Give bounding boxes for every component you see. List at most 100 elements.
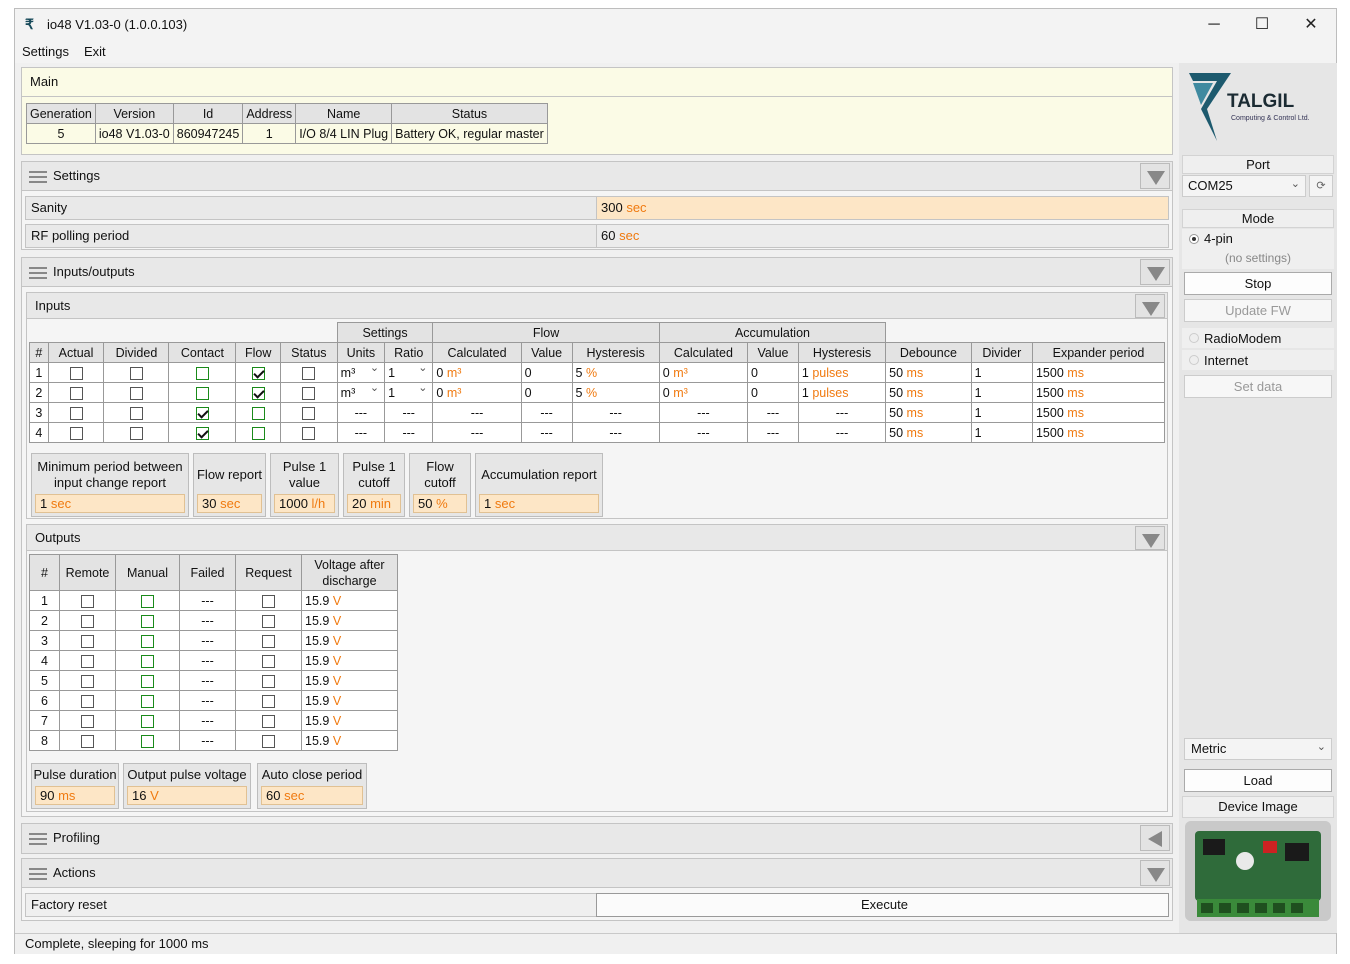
expander-field[interactable]: 1500 ms <box>1031 422 1166 443</box>
divided-checkbox[interactable] <box>129 426 143 440</box>
remote-checkbox[interactable] <box>81 674 94 688</box>
contact-checkbox[interactable] <box>195 426 209 440</box>
set-data-button[interactable]: Set data <box>1184 375 1332 398</box>
request-checkbox[interactable] <box>262 714 275 728</box>
flow-checkbox[interactable] <box>251 366 265 380</box>
flow-checkbox[interactable] <box>251 426 265 440</box>
manual-checkbox[interactable] <box>141 654 154 668</box>
output-setting-field[interactable]: 16 V <box>127 786 247 805</box>
expander-field[interactable]: 1500 ms <box>1031 382 1166 403</box>
flow-value[interactable]: 0 <box>520 382 573 403</box>
remote-checkbox[interactable] <box>81 634 94 648</box>
status-checkbox[interactable] <box>302 366 316 380</box>
manual-checkbox[interactable] <box>141 694 154 708</box>
request-checkbox[interactable] <box>262 594 275 608</box>
contact-checkbox[interactable] <box>195 386 209 400</box>
input-setting-field[interactable]: 1 sec <box>479 494 599 513</box>
update-fw-button[interactable]: Update FW <box>1184 299 1332 322</box>
remote-checkbox[interactable] <box>81 734 94 748</box>
input-setting-field[interactable]: 30 sec <box>197 494 262 513</box>
manual-checkbox[interactable] <box>141 734 154 748</box>
maximize-button[interactable]: ☐ <box>1239 9 1285 41</box>
actual-checkbox[interactable] <box>69 386 83 400</box>
collapse-triangle-icon[interactable] <box>1140 860 1170 886</box>
flow-hysteresis[interactable]: 5 % <box>571 382 660 403</box>
request-checkbox[interactable] <box>262 694 275 708</box>
expand-triangle-icon[interactable] <box>1140 825 1170 851</box>
manual-checkbox[interactable] <box>141 634 154 648</box>
input-setting-field[interactable]: 20 min <box>347 494 401 513</box>
input-setting-field[interactable]: 50 % <box>413 494 467 513</box>
manual-checkbox[interactable] <box>141 594 154 608</box>
actual-checkbox[interactable] <box>69 366 83 380</box>
divided-checkbox[interactable] <box>129 406 143 420</box>
flow-checkbox[interactable] <box>251 386 265 400</box>
divider-field[interactable]: 1 <box>970 402 1033 423</box>
hamburger-icon[interactable] <box>29 833 47 845</box>
expander-field[interactable]: 1500 ms <box>1031 402 1166 423</box>
flow-checkbox[interactable] <box>251 406 265 420</box>
divider-field[interactable]: 1 <box>970 382 1033 403</box>
acc-value[interactable]: 0 <box>747 362 799 383</box>
status-checkbox[interactable] <box>302 386 316 400</box>
manual-checkbox[interactable] <box>141 714 154 728</box>
output-setting-field[interactable]: 90 ms <box>35 786 115 805</box>
remote-checkbox[interactable] <box>81 614 94 628</box>
acc-value[interactable]: 0 <box>747 382 799 403</box>
ratio-select[interactable]: 1 <box>384 382 434 403</box>
actual-checkbox[interactable] <box>69 426 83 440</box>
remote-checkbox[interactable] <box>81 654 94 668</box>
load-button[interactable]: Load <box>1184 769 1332 792</box>
remote-checkbox[interactable] <box>81 694 94 708</box>
manual-checkbox[interactable] <box>141 674 154 688</box>
minimize-button[interactable]: ─ <box>1191 9 1237 41</box>
remote-checkbox[interactable] <box>81 594 94 608</box>
actual-checkbox[interactable] <box>69 406 83 420</box>
divided-checkbox[interactable] <box>129 366 143 380</box>
ratio-select[interactable]: 1 <box>384 362 434 383</box>
collapse-triangle-icon[interactable] <box>1135 526 1165 550</box>
radio-radiomodem[interactable] <box>1189 333 1199 343</box>
sanity-input[interactable]: 300 sec <box>596 196 1169 220</box>
divider-field[interactable]: 1 <box>970 362 1033 383</box>
collapse-triangle-icon[interactable] <box>1135 294 1165 318</box>
debounce-field[interactable]: 50 ms <box>885 382 972 403</box>
flow-hysteresis[interactable]: 5 % <box>571 362 660 383</box>
acc-hysteresis[interactable]: 1 pulses <box>797 382 887 403</box>
debounce-field[interactable]: 50 ms <box>885 422 972 443</box>
radiomodem-option[interactable]: RadioModem <box>1182 328 1334 348</box>
flow-value[interactable]: 0 <box>520 362 573 383</box>
hamburger-icon[interactable] <box>29 171 47 183</box>
menu-exit[interactable]: Exit <box>84 44 106 59</box>
port-select[interactable]: COM25 <box>1182 174 1306 197</box>
debounce-field[interactable]: 50 ms <box>885 362 972 383</box>
radio-4pin[interactable] <box>1189 234 1199 244</box>
request-checkbox[interactable] <box>262 674 275 688</box>
refresh-icon[interactable]: ⟳ <box>1309 175 1333 197</box>
radio-internet[interactable] <box>1189 355 1199 365</box>
output-setting-field[interactable]: 60 sec <box>261 786 363 805</box>
debounce-field[interactable]: 50 ms <box>885 402 972 423</box>
request-checkbox[interactable] <box>262 734 275 748</box>
execute-button[interactable]: Execute <box>596 893 1169 917</box>
input-setting-field[interactable]: 1 sec <box>35 494 185 513</box>
menu-settings[interactable]: Settings <box>22 44 69 59</box>
remote-checkbox[interactable] <box>81 714 94 728</box>
contact-checkbox[interactable] <box>195 406 209 420</box>
units-select[interactable]: Metric <box>1184 737 1332 760</box>
hamburger-icon[interactable] <box>29 267 47 279</box>
collapse-triangle-icon[interactable] <box>1140 163 1170 189</box>
expander-field[interactable]: 1500 ms <box>1031 362 1166 383</box>
status-checkbox[interactable] <box>302 406 316 420</box>
divided-checkbox[interactable] <box>129 386 143 400</box>
request-checkbox[interactable] <box>262 614 275 628</box>
acc-hysteresis[interactable]: 1 pulses <box>797 362 887 383</box>
units-select[interactable]: m³ <box>336 382 386 403</box>
hamburger-icon[interactable] <box>29 868 47 880</box>
request-checkbox[interactable] <box>262 654 275 668</box>
input-setting-field[interactable]: 1000 l/h <box>274 494 335 513</box>
stop-button[interactable]: Stop <box>1184 272 1332 295</box>
divider-field[interactable]: 1 <box>970 422 1033 443</box>
manual-checkbox[interactable] <box>141 614 154 628</box>
status-checkbox[interactable] <box>302 426 316 440</box>
